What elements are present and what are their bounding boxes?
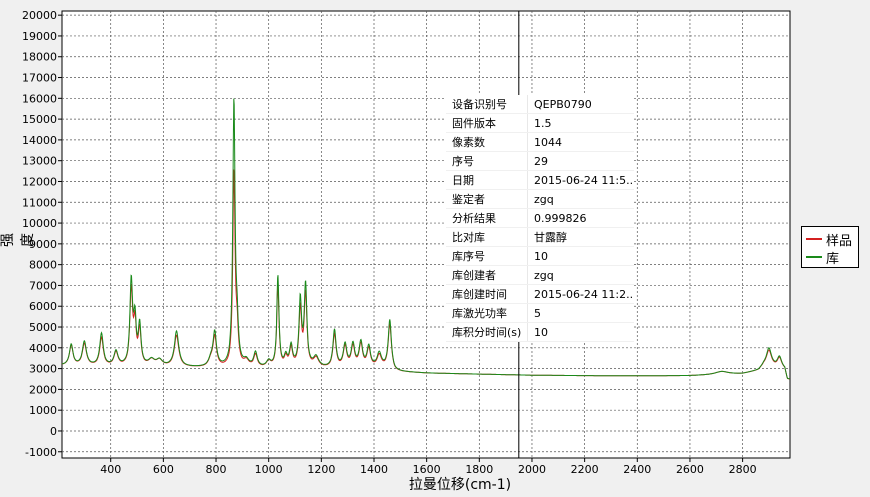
x-axis-label: 拉曼位移(cm-1) bbox=[408, 477, 512, 493]
result-info-table: 设备识别号 QEPB0790 固件版本 1.5 像素数 1044 序号 29 日期 2015-06… bbox=[446, 95, 634, 342]
x-tick-label: 1200 bbox=[307, 463, 335, 476]
y-tick-label: 1000 bbox=[29, 404, 57, 417]
info-value: 29 bbox=[527, 151, 634, 171]
info-value: zgq bbox=[527, 265, 634, 285]
info-key: 日期 bbox=[446, 170, 528, 190]
plot-background bbox=[61, 10, 791, 459]
y-tick-label: 0 bbox=[50, 425, 57, 438]
info-key: 库创建时间 bbox=[446, 284, 528, 304]
x-tick-label: 400 bbox=[100, 463, 121, 476]
x-tick-label: 2400 bbox=[623, 463, 651, 476]
y-tick-label: 19000 bbox=[22, 30, 57, 43]
info-key: 分析结果 bbox=[446, 208, 528, 228]
y-tick-label: 6000 bbox=[29, 300, 57, 313]
y-tick-label: -1000 bbox=[25, 446, 57, 459]
info-value: 1.5 bbox=[527, 113, 634, 133]
info-value: 0.999826 bbox=[527, 208, 634, 228]
info-row: 日期 2015-06-24 11:5... bbox=[446, 170, 634, 190]
info-key: 库积分时间(s) bbox=[446, 322, 528, 342]
info-key: 库序号 bbox=[446, 246, 528, 266]
info-row: 库序号 10 bbox=[446, 246, 634, 266]
info-row: 序号 29 bbox=[446, 151, 634, 171]
info-row: 库激光功率 5 bbox=[446, 303, 634, 323]
info-key: 固件版本 bbox=[446, 113, 528, 133]
info-row: 固件版本 1.5 bbox=[446, 113, 634, 133]
legend-label-library: 库 bbox=[826, 251, 840, 267]
info-key: 序号 bbox=[446, 151, 528, 171]
raman-chart: -100001000200030004000500060007000800090… bbox=[22, 9, 791, 476]
info-value: 10 bbox=[527, 322, 634, 342]
info-value: 5 bbox=[527, 303, 634, 323]
info-key: 鉴定者 bbox=[446, 189, 528, 209]
info-row: 设备识别号 QEPB0790 bbox=[446, 95, 634, 114]
info-value: 2015-06-24 11:5... bbox=[527, 170, 634, 190]
info-key: 像素数 bbox=[446, 132, 528, 152]
info-row: 分析结果 0.999826 bbox=[446, 208, 634, 228]
y-axis-label: 强度 bbox=[0, 233, 36, 247]
y-tick-label: 3000 bbox=[29, 363, 57, 376]
legend-label-sample: 样品 bbox=[826, 233, 853, 249]
y-tick-label: 4000 bbox=[29, 342, 57, 355]
y-tick-label: 11000 bbox=[22, 196, 57, 209]
legend-swatch-sample bbox=[806, 238, 822, 240]
info-key: 比对库 bbox=[446, 227, 528, 247]
info-key: 库创建者 bbox=[446, 265, 528, 285]
y-tick-label: 10000 bbox=[22, 217, 57, 230]
y-tick-label: 16000 bbox=[22, 92, 57, 105]
x-tick-label: 2800 bbox=[729, 463, 757, 476]
info-value: 1044 bbox=[527, 132, 634, 152]
info-value: 2015-06-24 11:2... bbox=[527, 284, 634, 304]
info-value: zgq bbox=[527, 189, 634, 209]
legend-swatch-library bbox=[806, 256, 822, 258]
y-tick-label: 7000 bbox=[29, 279, 57, 292]
info-row: 库创建者 zgq bbox=[446, 265, 634, 285]
y-tick-label: 2000 bbox=[29, 383, 57, 396]
info-row: 库创建时间 2015-06-24 11:2... bbox=[446, 284, 634, 304]
legend: 样品 库 bbox=[801, 226, 859, 268]
x-tick-label: 800 bbox=[206, 463, 227, 476]
y-tick-label: 8000 bbox=[29, 259, 57, 272]
y-tick-label: 12000 bbox=[22, 175, 57, 188]
x-tick-label: 600 bbox=[153, 463, 174, 476]
info-key: 库激光功率 bbox=[446, 303, 528, 323]
legend-item-sample: 样品 bbox=[806, 230, 853, 249]
x-tick-label: 1000 bbox=[255, 463, 283, 476]
info-value: QEPB0790 bbox=[527, 95, 634, 114]
y-tick-label: 17000 bbox=[22, 72, 57, 85]
y-tick-label: 13000 bbox=[22, 155, 57, 168]
info-value: 甘露醇 bbox=[527, 227, 634, 247]
info-row: 比对库 甘露醇 bbox=[446, 227, 634, 247]
x-tick-label: 2600 bbox=[676, 463, 704, 476]
info-key: 设备识别号 bbox=[446, 95, 528, 114]
x-tick-label: 2200 bbox=[571, 463, 599, 476]
legend-item-library: 库 bbox=[806, 248, 840, 267]
y-tick-label: 20000 bbox=[22, 9, 57, 22]
info-row: 库积分时间(s) 10 bbox=[446, 322, 634, 342]
y-tick-label: 18000 bbox=[22, 51, 57, 64]
info-row: 像素数 1044 bbox=[446, 132, 634, 152]
y-tick-label: 15000 bbox=[22, 113, 57, 126]
info-value: 10 bbox=[527, 246, 634, 266]
y-tick-label: 5000 bbox=[29, 321, 57, 334]
y-tick-label: 14000 bbox=[22, 134, 57, 147]
info-row: 鉴定者 zgq bbox=[446, 189, 634, 209]
